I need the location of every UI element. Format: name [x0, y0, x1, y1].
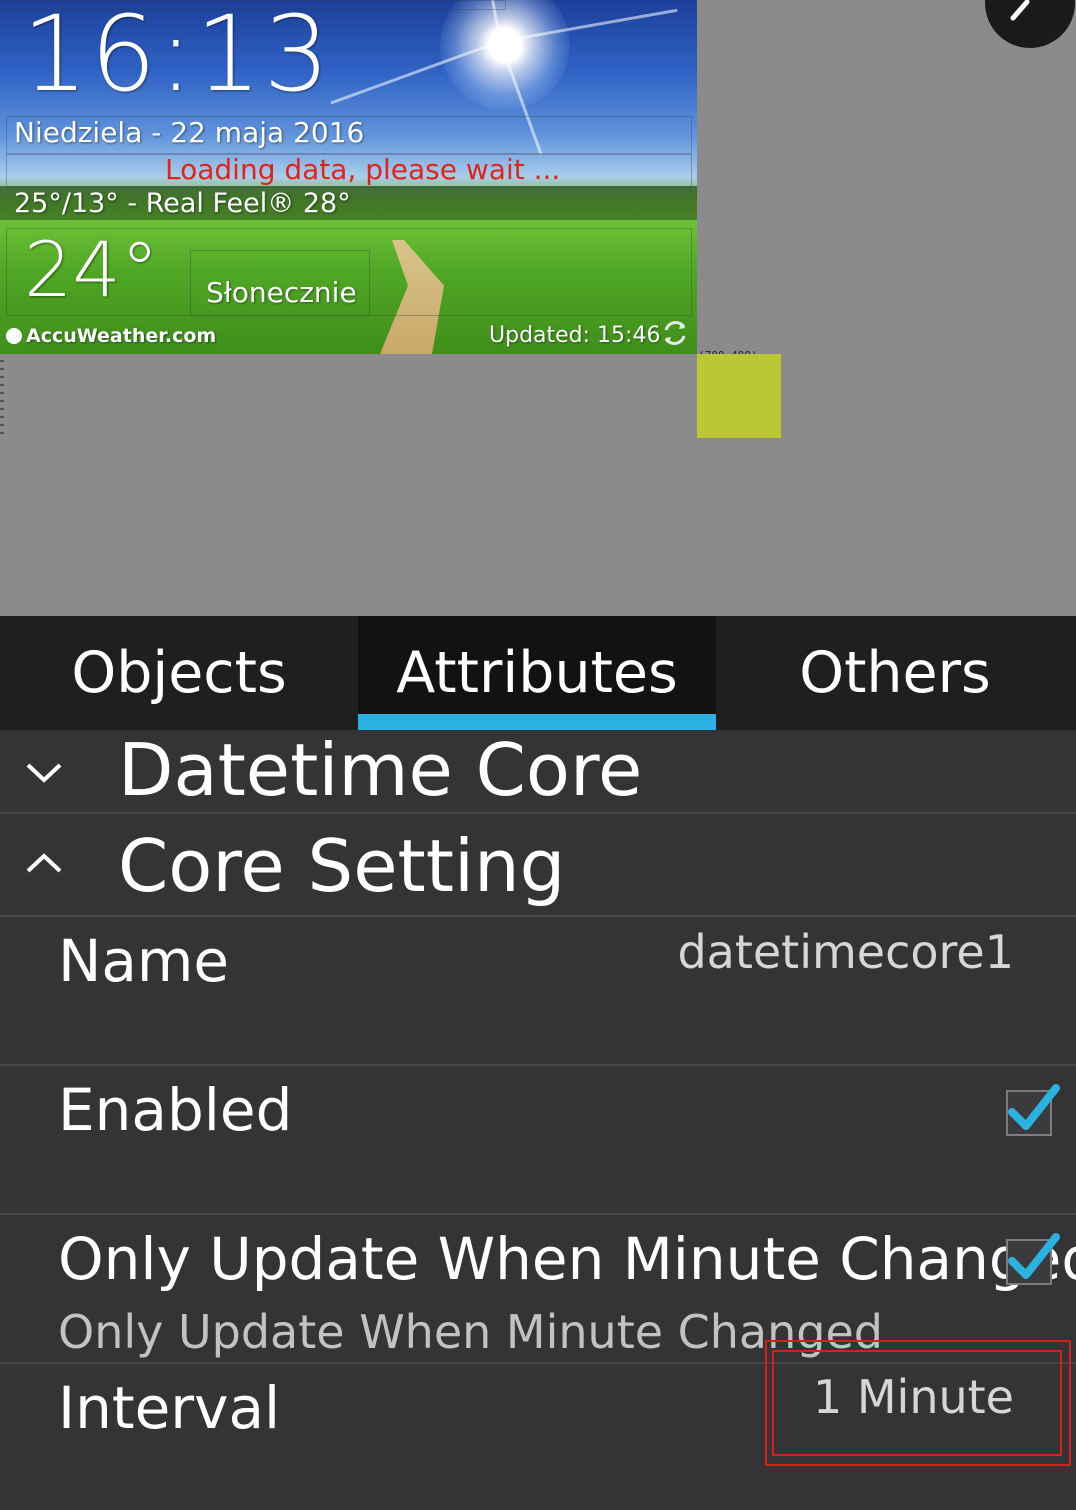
tab-label: Objects: [71, 640, 287, 706]
setting-label: Name: [58, 927, 230, 995]
highlight-box-inner: [772, 1350, 1062, 1456]
brand-text: AccuWeather.com: [26, 325, 217, 347]
widget-loading-text[interactable]: Loading data, please wait ...: [165, 153, 560, 186]
section-datetime-core[interactable]: Datetime Core: [0, 728, 1076, 814]
refresh-icon[interactable]: [660, 318, 690, 348]
widget-current-temp[interactable]: 24°: [24, 232, 159, 308]
tab-attributes[interactable]: Attributes: [358, 616, 716, 730]
only-update-checkbox[interactable]: [1006, 1233, 1060, 1285]
tab-others[interactable]: Others: [716, 616, 1074, 730]
checkmark-icon: [1008, 1084, 1060, 1130]
setting-label: Enabled: [58, 1076, 293, 1144]
section-core-setting[interactable]: Core Setting: [0, 814, 1076, 917]
widget-date[interactable]: Niedziela - 22 maja 2016: [14, 116, 364, 149]
tab-label: Others: [799, 640, 991, 706]
checkmark-icon: [1008, 1233, 1060, 1279]
chevron-up-icon: [26, 853, 62, 873]
chevron-down-icon: [26, 763, 62, 783]
widget-updated[interactable]: Updated: 15:46: [489, 323, 660, 348]
tab-objects[interactable]: Objects: [0, 616, 358, 730]
tab-bar: Objects Attributes Others: [0, 616, 1076, 730]
setting-label: Only Update When Minute Changed: [58, 1225, 1076, 1293]
widget-temp-range[interactable]: 25°/13° - Real Feel® 28°: [14, 188, 351, 219]
ruler-marks: [0, 360, 4, 440]
section-title: Core Setting: [118, 824, 566, 908]
setting-label: Interval: [58, 1374, 281, 1442]
accuweather-logo[interactable]: AccuWeather.com: [6, 325, 216, 347]
weather-widget[interactable]: 16:13 Niedziela - 22 maja 2016 Loading d…: [0, 0, 697, 354]
setting-row-enabled[interactable]: Enabled: [0, 1066, 1076, 1215]
back-button[interactable]: [985, 0, 1075, 48]
name-value[interactable]: datetimecore1: [677, 925, 1014, 979]
resize-handle[interactable]: [697, 354, 781, 438]
widget-condition[interactable]: Słonecznie: [206, 276, 357, 309]
design-canvas[interactable]: 16:13 Niedziela - 22 maja 2016 Loading d…: [0, 0, 1076, 616]
chevron-left-icon: [1010, 0, 1030, 21]
sun-logo-icon: [6, 328, 22, 344]
enabled-checkbox[interactable]: [1006, 1084, 1060, 1136]
section-title: Datetime Core: [118, 728, 643, 812]
widget-clock[interactable]: 16:13: [22, 2, 332, 106]
setting-row-name[interactable]: Name datetimecore1: [0, 917, 1076, 1066]
tab-label: Attributes: [396, 640, 678, 706]
setting-description: Only Update When Minute Changed: [58, 1305, 883, 1359]
